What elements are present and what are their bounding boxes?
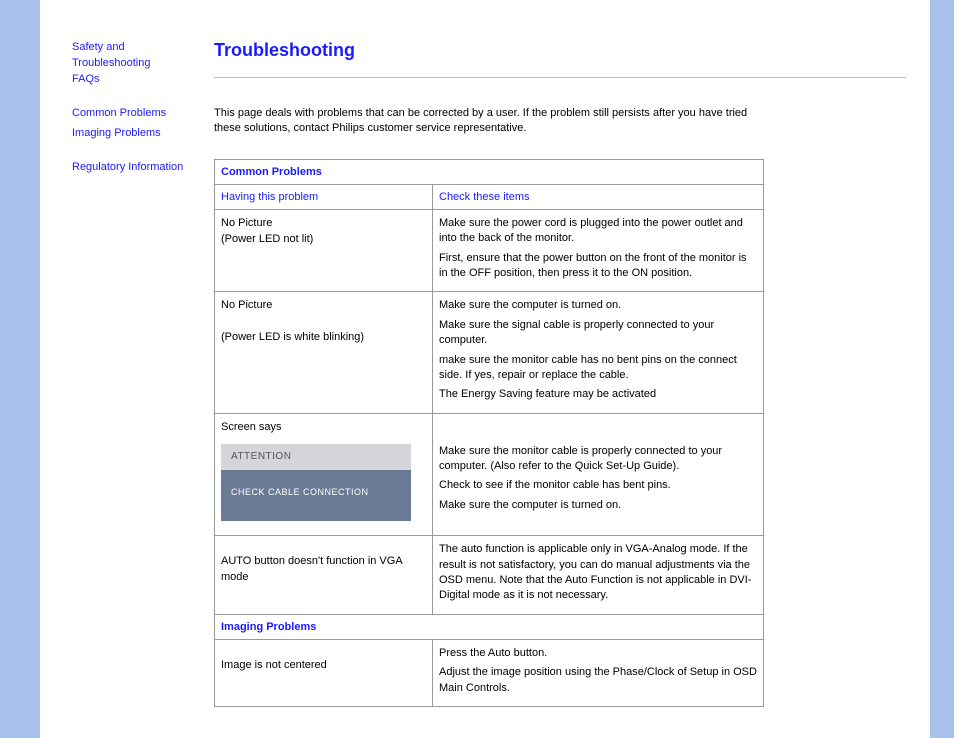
solution-text: Press the Auto button.	[439, 646, 757, 661]
troubleshooting-table: Common Problems Having this problem Chec…	[214, 159, 764, 707]
nav-safety-faqs[interactable]: Safety and Troubleshooting FAQs	[72, 40, 200, 88]
sidebar-nav: Safety and Troubleshooting FAQs Common P…	[40, 0, 210, 738]
right-accent-bar	[930, 0, 954, 738]
solution-cell: Make sure the monitor cable is properly …	[433, 413, 764, 535]
nav-text: Troubleshooting	[72, 57, 150, 69]
solution-text: The Energy Saving feature may be activat…	[439, 387, 757, 402]
table-row: Common Problems	[215, 159, 764, 184]
page-title: Troubleshooting	[214, 40, 906, 61]
table-row: Having this problem Check these items	[215, 184, 764, 209]
solution-text: Adjust the image position using the Phas…	[439, 665, 757, 696]
problem-cell: Image is not centered	[215, 639, 433, 706]
nav-text: FAQs	[72, 73, 100, 85]
check-cable-msg: CHECK CABLE CONNECTION	[221, 470, 411, 521]
solution-cell: Make sure the power cord is plugged into…	[433, 209, 764, 292]
problem-cell: No Picture (Power LED not lit)	[215, 209, 433, 292]
solution-text: Make sure the monitor cable is properly …	[439, 444, 757, 475]
monitor-message-box: ATTENTION CHECK CABLE CONNECTION	[221, 444, 411, 522]
problem-cell: Screen says ATTENTION CHECK CABLE CONNEC…	[215, 413, 433, 535]
table-row: No Picture (Power LED not lit) Make sure…	[215, 209, 764, 292]
solution-text: Make sure the computer is turned on.	[439, 298, 757, 313]
problem-text: AUTO button doesn't function in VGA mode	[221, 555, 402, 583]
section-header-imaging: Imaging Problems	[215, 614, 764, 639]
problem-cell: No Picture (Power LED is white blinking)	[215, 292, 433, 413]
left-accent-bar	[0, 0, 40, 738]
problem-text: (Power LED is white blinking)	[221, 331, 364, 343]
problem-text: Screen says	[221, 421, 282, 433]
main-content: Troubleshooting This page deals with pro…	[210, 0, 930, 738]
solution-text: Make sure the signal cable is properly c…	[439, 318, 757, 349]
problem-text: No Picture	[221, 299, 272, 311]
table-row: Screen says ATTENTION CHECK CABLE CONNEC…	[215, 413, 764, 535]
problem-cell: AUTO button doesn't function in VGA mode	[215, 536, 433, 615]
problem-text: Image is not centered	[221, 659, 327, 671]
solution-cell: The auto function is applicable only in …	[433, 536, 764, 615]
column-header-check: Check these items	[433, 184, 764, 209]
problem-text: No Picture	[221, 217, 272, 229]
solution-text: The auto function is applicable only in …	[439, 542, 757, 604]
table-row: Imaging Problems	[215, 614, 764, 639]
section-header-common: Common Problems	[215, 159, 764, 184]
solution-text: Make sure the power cord is plugged into…	[439, 216, 757, 247]
table-row: AUTO button doesn't function in VGA mode…	[215, 536, 764, 615]
table-row: Image is not centered Press the Auto but…	[215, 639, 764, 706]
column-header-problem: Having this problem	[215, 184, 433, 209]
solution-text: make sure the monitor cable has no bent …	[439, 353, 757, 384]
intro-text: This page deals with problems that can b…	[214, 106, 774, 137]
problem-text: (Power LED not lit)	[221, 233, 313, 245]
nav-text: Safety and	[72, 41, 125, 53]
solution-cell: Make sure the computer is turned on. Mak…	[433, 292, 764, 413]
attention-label: ATTENTION	[221, 444, 411, 471]
nav-regulatory-info[interactable]: Regulatory Information	[72, 160, 200, 176]
solution-text: Check to see if the monitor cable has be…	[439, 478, 757, 493]
solution-cell: Press the Auto button. Adjust the image …	[433, 639, 764, 706]
nav-imaging-problems[interactable]: Imaging Problems	[72, 126, 200, 142]
solution-text: First, ensure that the power button on t…	[439, 251, 757, 282]
solution-text: Make sure the computer is turned on.	[439, 498, 757, 513]
nav-common-problems[interactable]: Common Problems	[72, 106, 200, 122]
table-row: No Picture (Power LED is white blinking)…	[215, 292, 764, 413]
divider	[214, 77, 906, 78]
